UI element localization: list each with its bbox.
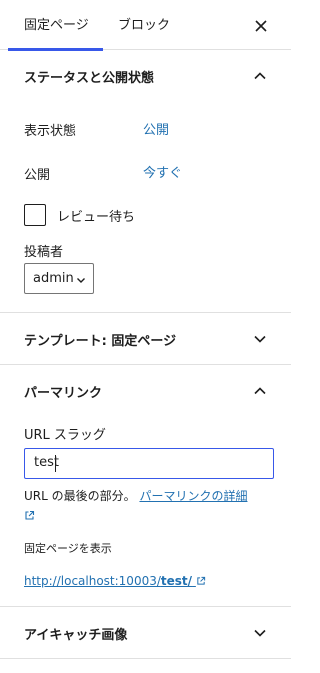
permalink-docs-link[interactable]: パーマリンクの詳細 (139, 489, 247, 503)
permalink-url-prefix: http://localhost:10003/ (24, 574, 161, 588)
status-panel-header[interactable]: ステータスと公開状態 (0, 50, 291, 102)
featured-image-panel-title: アイキャッチ画像 (24, 628, 128, 643)
permalink-url-link[interactable]: http://localhost:10003/test/ (24, 574, 206, 588)
permalink-panel-title: パーマリンク (24, 386, 103, 401)
permalink-panel-header[interactable]: パーマリンク (0, 365, 291, 417)
author-select[interactable]: admin (24, 263, 94, 294)
view-page-label: 固定ページを表示 (24, 542, 112, 555)
permalink-url-slug: test/ (160, 574, 193, 588)
pending-review-checkbox[interactable] (24, 204, 46, 226)
divider (0, 658, 291, 659)
chevron-down-icon (254, 629, 266, 637)
featured-image-panel-header[interactable]: アイキャッチ画像 (0, 607, 291, 659)
text-cursor (55, 455, 56, 472)
author-select-value: admin (33, 271, 74, 286)
tab-page[interactable]: 固定ページ (8, 0, 103, 51)
chevron-up-icon (254, 72, 266, 80)
template-panel-title: テンプレート: 固定ページ (24, 334, 177, 349)
status-panel-title: ステータスと公開状態 (24, 71, 155, 86)
permalink-help: URL の最後の部分。 パーマリンクの詳細 (24, 487, 247, 504)
author-label: 投稿者 (24, 245, 64, 260)
visibility-label: 表示状態 (24, 124, 77, 139)
chevron-down-icon (254, 335, 266, 343)
url-slug-label: URL スラッグ (24, 428, 106, 443)
external-link-icon[interactable] (24, 510, 35, 521)
pending-review-label: レビュー待ち (57, 210, 136, 225)
template-panel-header[interactable]: テンプレート: 固定ページ (0, 313, 291, 365)
chevron-up-icon (254, 387, 266, 395)
close-icon[interactable] (252, 17, 270, 35)
visibility-button[interactable]: 公開 (143, 119, 169, 138)
permalink-help-text: URL の最後の部分。 (24, 489, 136, 503)
external-link-icon (197, 576, 205, 585)
chevron-down-icon (77, 278, 85, 283)
tab-block[interactable]: ブロック (118, 0, 170, 50)
publish-label: 公開 (24, 168, 51, 183)
publish-date-button[interactable]: 今すぐ (143, 162, 182, 181)
sidebar-tabs: 固定ページ ブロック (0, 0, 291, 51)
url-slug-input[interactable]: test (24, 448, 274, 479)
